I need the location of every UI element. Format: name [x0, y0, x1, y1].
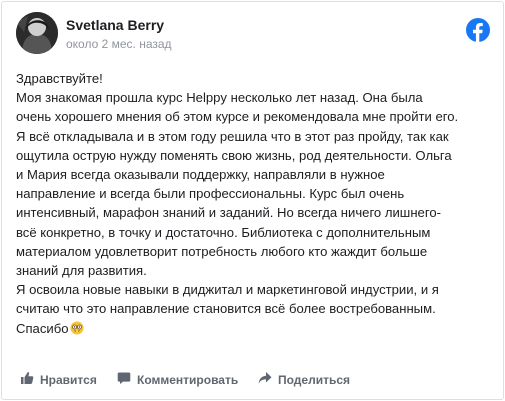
post-line: материалом удовлетворит потребность любо… — [16, 243, 428, 259]
post-body: Здравствуйте! Моя знакомая прошла курс H… — [16, 69, 492, 338]
post-line: всё конкретно, в точку и достаточно. Биб… — [16, 224, 431, 240]
facebook-icon[interactable] — [466, 18, 490, 42]
share-label: Поделиться — [278, 372, 351, 387]
post-line: ощутила острую нужду поменять свою жизнь… — [16, 147, 452, 163]
comment-bubble-icon — [117, 371, 131, 388]
share-arrow-icon — [258, 371, 272, 388]
post-line: направление и всегда были профессиональн… — [16, 186, 405, 202]
post-line: Я освоила новые навыки в диджитал и марк… — [16, 282, 439, 298]
post-timestamp[interactable]: около 2 мес. назад — [66, 37, 172, 51]
post-line: считаю что это направление становится вс… — [16, 301, 436, 317]
post-header: Svetlana Berry около 2 мес. назад — [16, 12, 492, 56]
author-name[interactable]: Svetlana Berry — [66, 17, 164, 33]
post-line: Здравствуйте! — [16, 71, 103, 86]
post-line: знаний для развития. — [16, 263, 147, 279]
post-line: Спасибо — [16, 320, 69, 336]
share-button[interactable]: Поделиться — [258, 371, 350, 388]
comment-button[interactable]: Комментировать — [117, 371, 238, 388]
post-line: Я всё откладывала и в этом году решила ч… — [16, 128, 449, 144]
post-line-last: Спасибо — [16, 319, 492, 338]
thumbs-up-icon — [20, 371, 34, 388]
post-line: интенсивный, марафон знаний и заданий. Н… — [16, 205, 441, 221]
avatar[interactable] — [16, 12, 58, 54]
post-line: и Мария всегда оказывали поддержку, напр… — [16, 167, 385, 183]
like-button[interactable]: Нравится — [20, 371, 97, 388]
review-card: Svetlana Berry около 2 мес. назад Здравс… — [1, 1, 504, 400]
action-bar: Нравится Комментировать Поделиться — [2, 364, 503, 394]
post-line: очень хорошего мнения об этом курсе и ре… — [16, 109, 459, 125]
post-line: Моя знакомая прошла курс Helppy нескольк… — [16, 90, 423, 106]
like-label: Нравится — [40, 372, 97, 387]
nerd-face-emoji — [70, 321, 84, 335]
comment-label: Комментировать — [137, 372, 239, 387]
